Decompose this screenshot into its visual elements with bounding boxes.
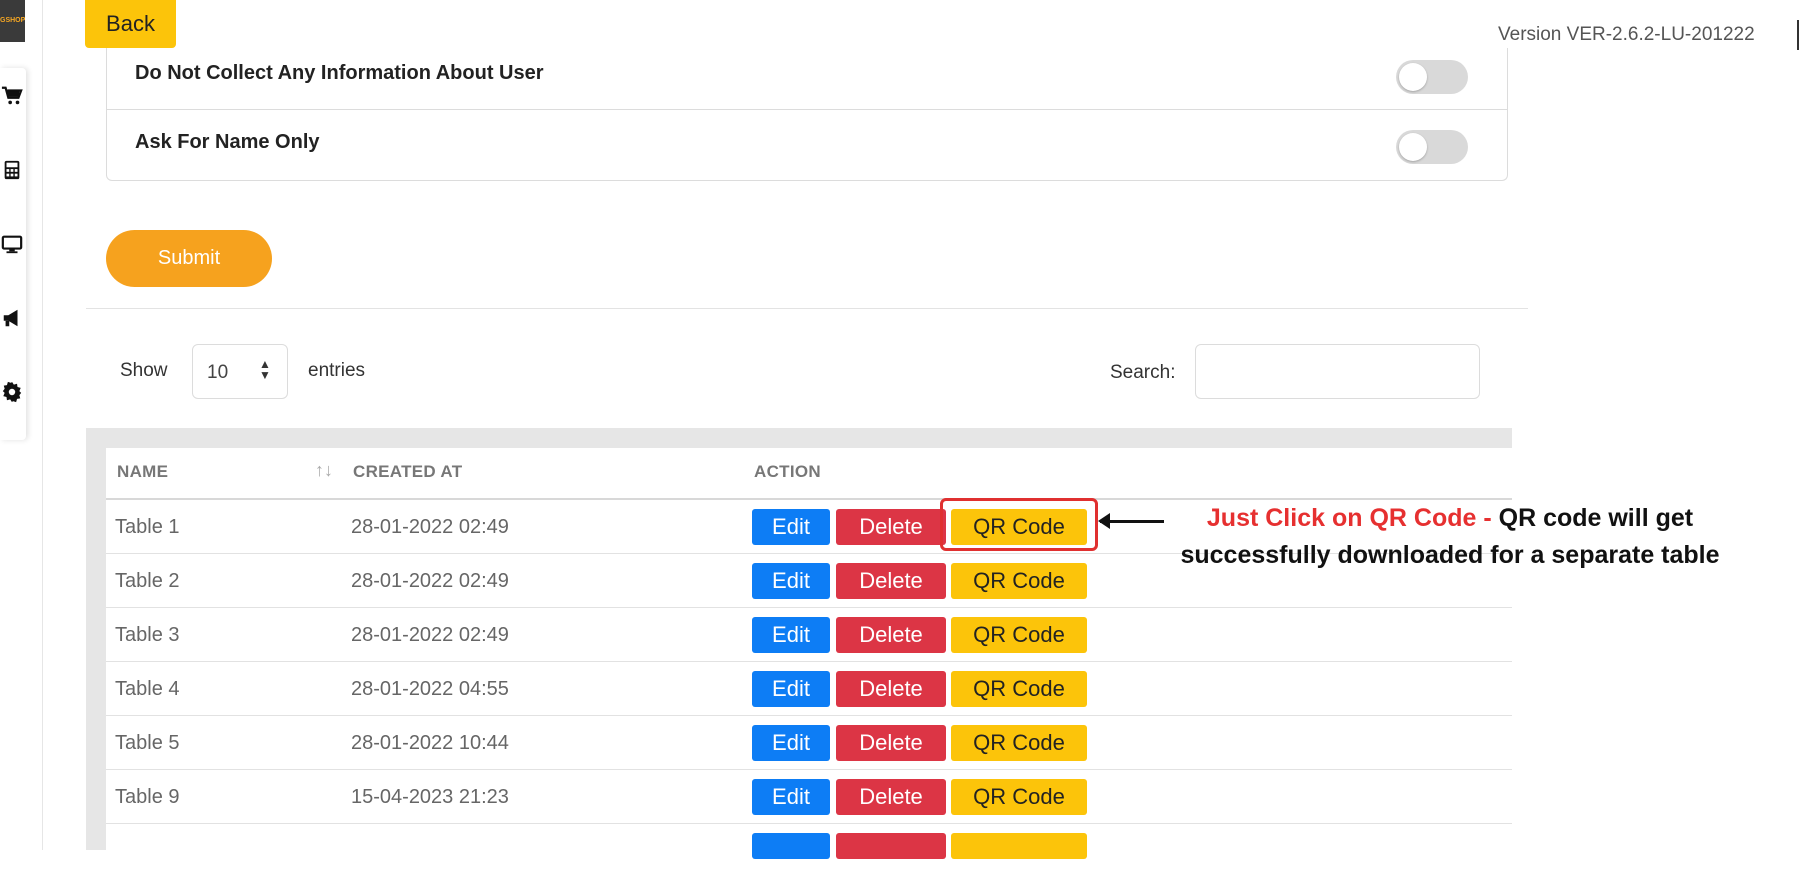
show-label: Show bbox=[120, 360, 168, 381]
option-label: Ask For Name Only bbox=[135, 131, 320, 153]
table-name-cell: Table 2 bbox=[115, 570, 180, 592]
qr-code-button[interactable]: QR Code bbox=[951, 779, 1087, 815]
table-row: Table 4 28-01-2022 04:55 Edit Delete QR … bbox=[106, 662, 1512, 716]
sidebar: GSHOP bbox=[0, 0, 43, 850]
created-at-cell: 28-01-2022 02:49 bbox=[351, 516, 509, 538]
toggle-knob bbox=[1399, 133, 1427, 161]
delete-button[interactable] bbox=[836, 833, 946, 859]
search-label: Search: bbox=[1110, 362, 1176, 383]
app-logo: GSHOP bbox=[0, 0, 25, 42]
calculator-icon[interactable] bbox=[0, 150, 26, 190]
delete-button[interactable]: Delete bbox=[836, 671, 946, 707]
qr-highlight-box bbox=[940, 498, 1098, 551]
created-at-cell: 28-01-2022 02:49 bbox=[351, 570, 509, 592]
table-row: Table 5 28-01-2022 10:44 Edit Delete QR … bbox=[106, 716, 1512, 770]
version-label: Version VER-2.6.2-LU-201222 bbox=[1498, 24, 1755, 45]
table-header: NAME ↑↓ CREATED AT ACTION bbox=[106, 448, 1512, 500]
search-input[interactable] bbox=[1195, 344, 1480, 399]
delete-button[interactable]: Delete bbox=[836, 617, 946, 653]
created-at-cell: 15-04-2023 21:23 bbox=[351, 786, 509, 808]
table-name-cell: Table 3 bbox=[115, 624, 180, 646]
annotation-highlight: Just Click on QR Code - bbox=[1206, 504, 1492, 532]
qr-code-button[interactable]: QR Code bbox=[951, 563, 1087, 599]
delete-button[interactable]: Delete bbox=[836, 779, 946, 815]
gear-icon[interactable] bbox=[0, 372, 26, 412]
sidebar-nav bbox=[0, 68, 26, 440]
instruction-annotation: Just Click on QR Code - QR code will get… bbox=[1130, 500, 1770, 574]
created-at-cell: 28-01-2022 04:55 bbox=[351, 678, 509, 700]
edit-button[interactable]: Edit bbox=[752, 779, 830, 815]
monitor-icon[interactable] bbox=[0, 224, 26, 264]
edit-button[interactable]: Edit bbox=[752, 725, 830, 761]
column-header-name[interactable]: NAME bbox=[117, 462, 168, 482]
entries-value: 10 bbox=[207, 362, 229, 383]
table-name-cell: Table 4 bbox=[115, 678, 180, 700]
entries-label: entries bbox=[308, 360, 366, 381]
qr-code-button[interactable]: QR Code bbox=[951, 725, 1087, 761]
created-at-cell: 28-01-2022 02:49 bbox=[351, 624, 509, 646]
option-row: Ask For Name Only bbox=[107, 110, 1507, 180]
option-toggle[interactable] bbox=[1396, 130, 1468, 164]
option-label: Do Not Collect Any Information About Use… bbox=[135, 62, 544, 84]
qr-code-button[interactable]: QR Code bbox=[951, 671, 1087, 707]
delete-button[interactable]: Delete bbox=[836, 563, 946, 599]
table-name-cell: Table 5 bbox=[115, 732, 180, 754]
sort-icon[interactable]: ↑↓ bbox=[315, 460, 333, 481]
toggle-knob bbox=[1399, 63, 1427, 91]
entries-select[interactable]: 10 ▲ ▼ bbox=[192, 344, 288, 399]
edit-button[interactable]: Edit bbox=[752, 563, 830, 599]
column-header-created-at[interactable]: CREATED AT bbox=[353, 462, 462, 482]
edit-button[interactable]: Edit bbox=[752, 617, 830, 653]
table-row: Table 3 28-01-2022 02:49 Edit Delete QR … bbox=[106, 608, 1512, 662]
delete-button[interactable]: Delete bbox=[836, 509, 946, 545]
table-row bbox=[106, 824, 1512, 878]
section-divider bbox=[86, 308, 1528, 309]
cart-icon[interactable] bbox=[0, 76, 26, 116]
edit-button[interactable] bbox=[752, 833, 830, 859]
megaphone-icon[interactable] bbox=[0, 298, 26, 338]
edit-button[interactable]: Edit bbox=[752, 671, 830, 707]
created-at-cell: 28-01-2022 10:44 bbox=[351, 732, 509, 754]
qr-code-button[interactable]: QR Code bbox=[951, 617, 1087, 653]
user-info-options: Do Not Collect Any Information About Use… bbox=[106, 48, 1508, 181]
submit-button[interactable]: Submit bbox=[106, 230, 272, 287]
delete-button[interactable]: Delete bbox=[836, 725, 946, 761]
select-arrows-icon: ▲ ▼ bbox=[259, 357, 271, 382]
edit-button[interactable]: Edit bbox=[752, 509, 830, 545]
option-row: Do Not Collect Any Information About Use… bbox=[107, 48, 1507, 110]
table-name-cell: Table 1 bbox=[115, 516, 180, 538]
header-divider bbox=[1797, 20, 1799, 50]
table-row: Table 9 15-04-2023 21:23 Edit Delete QR … bbox=[106, 770, 1512, 824]
column-header-action: ACTION bbox=[754, 462, 821, 481]
option-toggle[interactable] bbox=[1396, 60, 1468, 94]
qr-code-button[interactable] bbox=[951, 833, 1087, 859]
back-button[interactable]: Back bbox=[85, 0, 176, 48]
table-name-cell: Table 9 bbox=[115, 786, 180, 808]
